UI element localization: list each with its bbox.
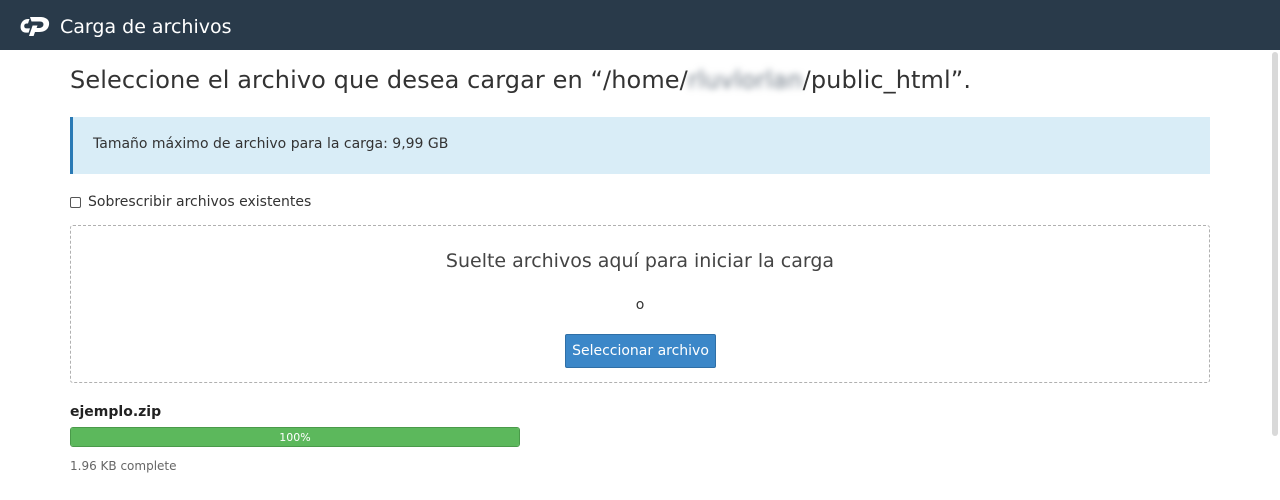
max-size-info-box: Tamaño máximo de archivo para la carga: … (70, 117, 1210, 174)
overwrite-label: Sobrescribir archivos existentes (88, 194, 312, 210)
cpanel-logo-icon[interactable] (20, 15, 52, 37)
upload-progress-label: 100% (279, 431, 311, 444)
drop-zone-text: Suelte archivos aquí para iniciar la car… (445, 250, 835, 272)
heading-suffix: /public_html”. (802, 66, 972, 94)
drop-zone-or-text: o (635, 297, 645, 313)
upload-progress-bar: 100% (70, 427, 520, 447)
app-title: Carga de archivos (60, 16, 232, 38)
vertical-scrollbar[interactable] (1272, 52, 1278, 436)
top-bar: Carga de archivos (0, 0, 1280, 50)
page-heading: Seleccione el archivo que desea cargar e… (70, 66, 971, 94)
select-file-button[interactable]: Seleccionar archivo (565, 334, 716, 368)
heading-prefix: Seleccione el archivo que desea cargar e… (70, 66, 688, 94)
overwrite-option[interactable]: Sobrescribir archivos existentes (70, 194, 311, 210)
uploaded-file-name: ejemplo.zip (70, 404, 162, 420)
max-size-info-text: Tamaño máximo de archivo para la carga: … (93, 136, 449, 152)
heading-username: rluvlorlan (687, 66, 803, 94)
file-drop-zone[interactable]: Suelte archivos aquí para iniciar la car… (70, 225, 1210, 383)
upload-status-text: 1.96 KB complete (70, 459, 177, 473)
overwrite-checkbox[interactable] (70, 196, 81, 208)
